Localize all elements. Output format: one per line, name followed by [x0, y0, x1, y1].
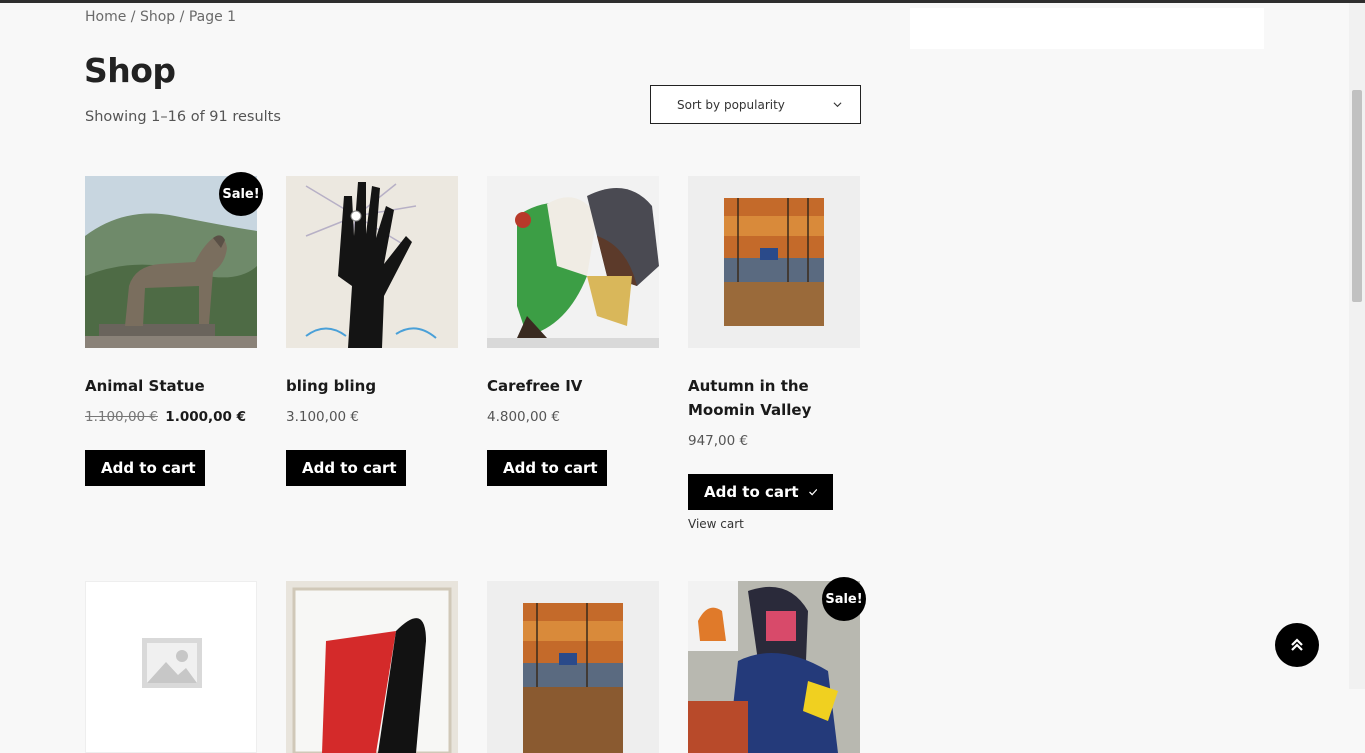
- breadcrumb-current: Page 1: [188, 9, 237, 25]
- product-title[interactable]: Autumn in the Moomin Valley: [688, 374, 811, 422]
- product-image[interactable]: [487, 176, 659, 348]
- product-title-line: Moomin Valley: [688, 401, 812, 419]
- placeholder-image-icon: [142, 638, 202, 688]
- product-price: 1.100,00 € 1.000,00 €: [85, 409, 246, 425]
- product-title[interactable]: bling bling: [286, 374, 376, 398]
- sale-price: 1.000,00 €: [165, 409, 247, 425]
- product-title-line: Autumn in the: [688, 377, 809, 395]
- scrollbar-thumb[interactable]: [1352, 90, 1362, 302]
- back-to-top-button[interactable]: [1275, 623, 1319, 667]
- breadcrumb-shop[interactable]: Shop: [140, 9, 175, 25]
- add-to-cart-button[interactable]: Add to cart: [688, 474, 833, 510]
- breadcrumb-home[interactable]: Home: [85, 9, 126, 25]
- breadcrumb-separator: /: [126, 9, 140, 25]
- breadcrumb-separator: /: [175, 9, 189, 25]
- product-image[interactable]: [85, 581, 257, 753]
- page-title: Shop: [84, 51, 176, 90]
- product-price: 947,00 €: [688, 433, 749, 449]
- product-image[interactable]: [286, 176, 458, 348]
- breadcrumb: Home / Shop / Page 1: [85, 9, 236, 25]
- product-image[interactable]: [487, 581, 659, 753]
- product-title[interactable]: Animal Statue: [85, 374, 205, 398]
- product-price: 3.100,00 €: [286, 409, 359, 425]
- product-image[interactable]: [688, 176, 860, 348]
- product-title[interactable]: Carefree IV: [487, 374, 582, 398]
- add-to-cart-button[interactable]: Add to cart: [85, 450, 205, 486]
- view-cart-link[interactable]: View cart: [688, 517, 744, 531]
- page: Home / Shop / Page 1 Shop Showing 1–16 o…: [0, 3, 1349, 753]
- regular-price: 1.100,00 €: [85, 409, 158, 425]
- checkmark-icon: [808, 488, 817, 496]
- sale-badge: Sale!: [219, 172, 263, 216]
- sort-select[interactable]: Sort by popularity: [650, 85, 861, 124]
- product-price: 4.800,00 €: [487, 409, 560, 425]
- scrollbar[interactable]: [1349, 3, 1365, 689]
- chevron-down-icon: [833, 102, 842, 108]
- sidebar-widget: [910, 8, 1264, 49]
- add-to-cart-button[interactable]: Add to cart: [286, 450, 406, 486]
- product-image[interactable]: [286, 581, 458, 753]
- add-to-cart-label: Add to cart: [704, 483, 799, 501]
- result-count: Showing 1–16 of 91 results: [85, 109, 281, 125]
- add-to-cart-button[interactable]: Add to cart: [487, 450, 607, 486]
- sort-selected-label: Sort by popularity: [677, 97, 785, 112]
- sale-badge: Sale!: [822, 577, 866, 621]
- back-to-top-icon: [1291, 638, 1303, 651]
